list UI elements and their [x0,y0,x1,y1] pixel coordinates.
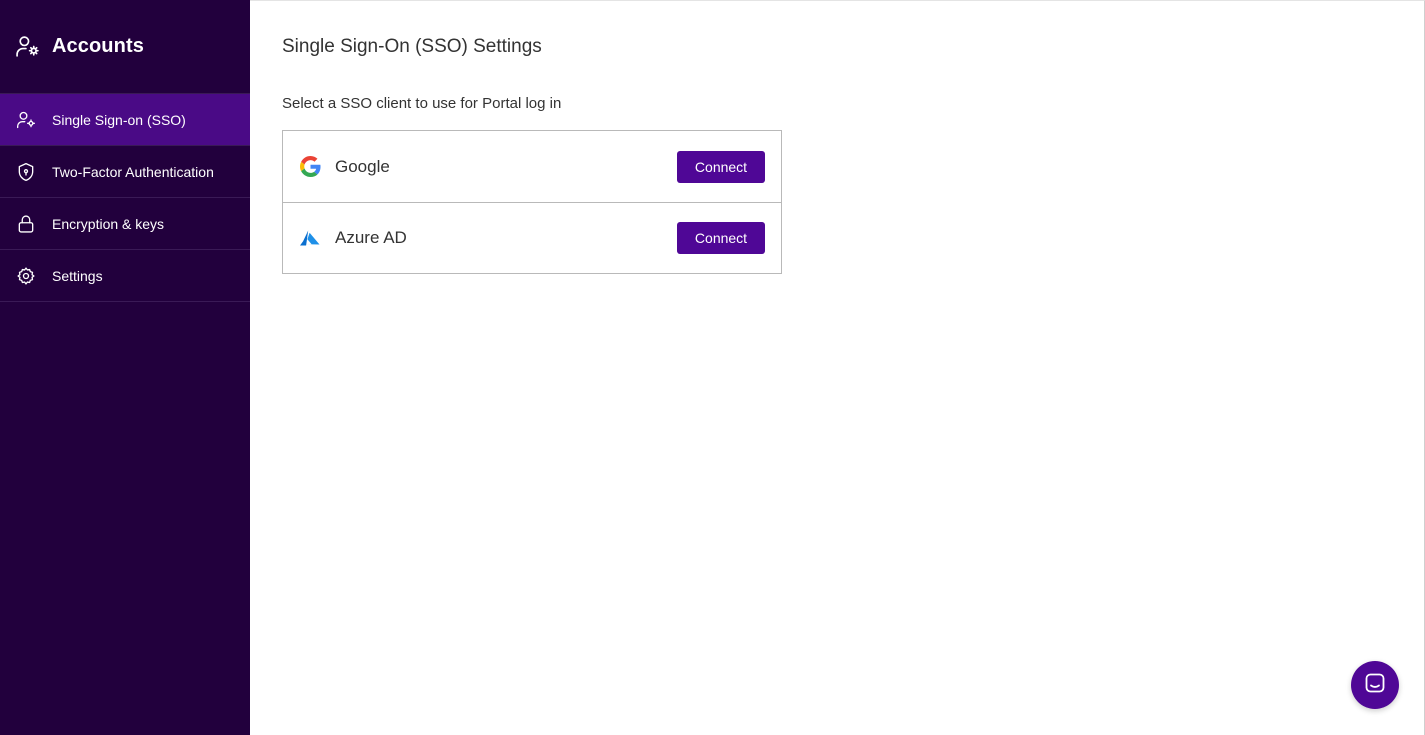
provider-name: Google [335,156,390,176]
sidebar-item-label: Two-Factor Authentication [52,163,214,180]
connect-google-button[interactable]: Connect [677,150,765,183]
chat-icon [1363,671,1387,700]
gear-icon [16,266,36,286]
connect-azure-button[interactable]: Connect [677,222,765,254]
user-gear-icon [15,34,40,59]
shield-icon [16,162,36,182]
app-window: Accounts Single Sign-on (SSO) Two-Factor… [0,0,1425,735]
azure-logo-icon [299,227,321,249]
sidebar-item-two-factor[interactable]: Two-Factor Authentication [0,146,250,198]
sidebar-item-label: Encryption & keys [52,215,165,232]
provider-row-azure: Azure AD Connect [283,202,781,273]
chat-launcher-button[interactable] [1351,661,1399,709]
google-logo-icon [299,156,321,178]
sidebar: Accounts Single Sign-on (SSO) Two-Factor… [0,0,250,735]
sidebar-header: Accounts [0,0,250,94]
main-content: Single Sign-On (SSO) Settings Select a S… [250,0,1425,735]
page-subtitle: Select a SSO client to use for Portal lo… [282,95,562,112]
lock-icon [16,214,36,234]
sidebar-title: Accounts [52,35,144,57]
sidebar-item-sso[interactable]: Single Sign-on (SSO) [0,94,250,146]
page-title: Single Sign-On (SSO) Settings [282,36,542,57]
sidebar-item-label: Settings [52,267,103,284]
provider-row-google: Google Connect [283,131,781,202]
provider-name: Azure AD [335,228,407,247]
sidebar-item-label: Single Sign-on (SSO) [52,111,186,128]
sidebar-item-settings[interactable]: Settings [0,250,250,302]
sidebar-item-encryption[interactable]: Encryption & keys [0,198,250,250]
user-gear-icon [16,110,36,130]
sso-provider-list: Google Connect Azure AD Connect [282,130,782,274]
